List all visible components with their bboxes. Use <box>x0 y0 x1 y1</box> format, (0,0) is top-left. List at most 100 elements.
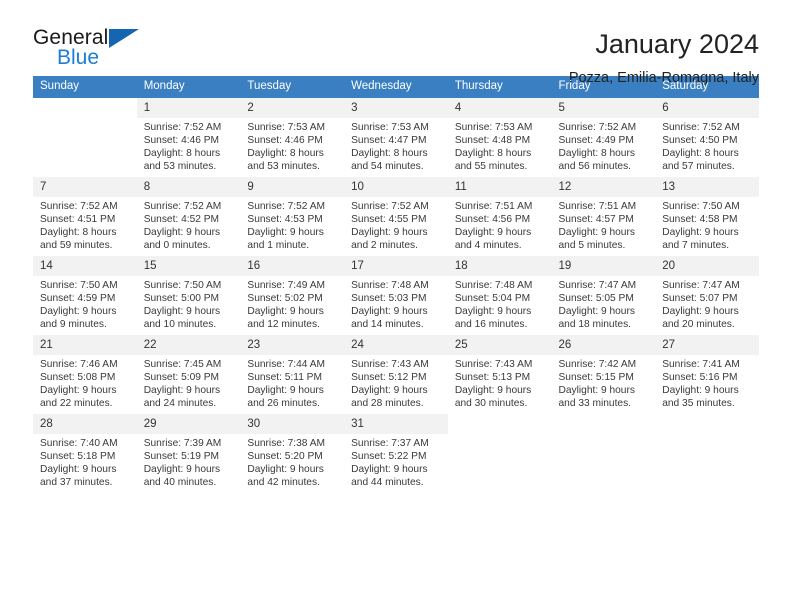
day-box: 9 Sunrise: 7:52 AM Sunset: 4:53 PM Daylig… <box>240 177 345 256</box>
calendar-day-cell[interactable]: 16 Sunrise: 7:49 AM Sunset: 5:02 PM Dayli… <box>240 256 345 335</box>
day-sun-info: Sunrise: 7:52 AM Sunset: 4:55 PM Dayligh… <box>351 201 429 252</box>
day-sun-info: Sunrise: 7:46 AM Sunset: 5:08 PM Dayligh… <box>40 359 118 410</box>
day-number: 29 <box>136 414 241 434</box>
calendar-day-cell[interactable]: 30 Sunrise: 7:38 AM Sunset: 5:20 PM Dayli… <box>240 414 345 493</box>
calendar-week-row: 1 Sunrise: 7:52 AM Sunset: 4:46 PM Daylig… <box>33 98 759 177</box>
calendar-day-cell[interactable]: 7 Sunrise: 7:52 AM Sunset: 4:51 PM Daylig… <box>33 177 137 256</box>
day-box: 6 Sunrise: 7:52 AM Sunset: 4:50 PM Daylig… <box>655 98 759 177</box>
calendar-day-cell[interactable]: 9 Sunrise: 7:52 AM Sunset: 4:53 PM Daylig… <box>240 177 345 256</box>
calendar-day-cell[interactable]: 31 Sunrise: 7:37 AM Sunset: 5:22 PM Dayli… <box>344 414 448 493</box>
day-sun-info <box>655 434 759 437</box>
day-number: 23 <box>240 335 345 355</box>
day-sun-info: Sunrise: 7:52 AM Sunset: 4:50 PM Dayligh… <box>662 122 740 173</box>
calendar-day-cell[interactable]: 10 Sunrise: 7:52 AM Sunset: 4:55 PM Dayli… <box>344 177 448 256</box>
day-number: 21 <box>33 335 137 355</box>
day-number: 31 <box>344 414 448 434</box>
day-sun-info: Sunrise: 7:51 AM Sunset: 4:56 PM Dayligh… <box>454 201 533 252</box>
calendar-day-cell[interactable]: 18 Sunrise: 7:48 AM Sunset: 5:04 PM Dayli… <box>447 256 552 335</box>
logo-triangle-icon <box>109 29 139 48</box>
day-sun-info: Sunrise: 7:37 AM Sunset: 5:22 PM Dayligh… <box>351 438 429 489</box>
calendar-day-cell[interactable]: 8 Sunrise: 7:52 AM Sunset: 4:52 PM Daylig… <box>136 177 241 256</box>
calendar-day-cell[interactable]: 4 Sunrise: 7:53 AM Sunset: 4:48 PM Daylig… <box>447 98 552 177</box>
day-sun-info: Sunrise: 7:52 AM Sunset: 4:49 PM Dayligh… <box>558 122 637 173</box>
calendar-day-cell[interactable]: 21 Sunrise: 7:46 AM Sunset: 5:08 PM Dayli… <box>33 335 137 414</box>
day-sun-info: Sunrise: 7:40 AM Sunset: 5:18 PM Dayligh… <box>40 438 118 489</box>
day-sun-info: Sunrise: 7:48 AM Sunset: 5:04 PM Dayligh… <box>454 280 533 331</box>
day-sun-info <box>448 434 552 437</box>
day-box: 28 Sunrise: 7:40 AM Sunset: 5:18 PM Dayli… <box>33 414 137 493</box>
calendar-day-cell[interactable]: 29 Sunrise: 7:39 AM Sunset: 5:19 PM Dayli… <box>136 414 241 493</box>
day-number: 28 <box>33 414 137 434</box>
calendar-day-cell[interactable]: 2 Sunrise: 7:53 AM Sunset: 4:46 PM Daylig… <box>240 98 345 177</box>
day-number: 16 <box>240 256 345 276</box>
day-sun-info: Sunrise: 7:52 AM Sunset: 4:52 PM Dayligh… <box>143 201 222 252</box>
calendar-week-row: 7 Sunrise: 7:52 AM Sunset: 4:51 PM Daylig… <box>33 177 759 256</box>
day-box: 26 Sunrise: 7:42 AM Sunset: 5:15 PM Dayli… <box>551 335 656 414</box>
day-number <box>655 414 759 434</box>
day-number: 22 <box>136 335 241 355</box>
weekday-header-thursday: Thursday <box>447 76 552 98</box>
day-number: 12 <box>551 177 656 197</box>
calendar-day-cell[interactable]: 3 Sunrise: 7:53 AM Sunset: 4:47 PM Daylig… <box>344 98 448 177</box>
day-number: 26 <box>551 335 656 355</box>
day-sun-info: Sunrise: 7:49 AM Sunset: 5:02 PM Dayligh… <box>247 280 325 331</box>
day-box: 23 Sunrise: 7:44 AM Sunset: 5:11 PM Dayli… <box>240 335 345 414</box>
day-box: 22 Sunrise: 7:45 AM Sunset: 5:09 PM Dayli… <box>136 335 241 414</box>
day-number: 17 <box>344 256 448 276</box>
calendar-day-cell[interactable]: 26 Sunrise: 7:42 AM Sunset: 5:15 PM Dayli… <box>551 335 656 414</box>
calendar-day-cell[interactable]: 15 Sunrise: 7:50 AM Sunset: 5:00 PM Dayli… <box>136 256 241 335</box>
day-box: 11 Sunrise: 7:51 AM Sunset: 4:56 PM Dayli… <box>447 177 552 256</box>
calendar-day-cell[interactable]: 17 Sunrise: 7:48 AM Sunset: 5:03 PM Dayli… <box>344 256 448 335</box>
page-header: General Blue January 2024 Pozza, Emilia-… <box>33 0 759 86</box>
day-box: 1 Sunrise: 7:52 AM Sunset: 4:46 PM Daylig… <box>136 98 241 177</box>
calendar-day-cell[interactable]: 27 Sunrise: 7:41 AM Sunset: 5:16 PM Dayli… <box>655 335 759 414</box>
day-box <box>655 414 759 493</box>
day-sun-info: Sunrise: 7:42 AM Sunset: 5:15 PM Dayligh… <box>558 359 637 410</box>
day-number: 20 <box>655 256 759 276</box>
day-number: 19 <box>551 256 656 276</box>
day-number: 13 <box>655 177 759 197</box>
calendar-day-cell[interactable]: 28 Sunrise: 7:40 AM Sunset: 5:18 PM Dayli… <box>33 414 137 493</box>
day-sun-info: Sunrise: 7:51 AM Sunset: 4:57 PM Dayligh… <box>558 201 637 252</box>
day-number: 5 <box>551 98 656 118</box>
calendar-day-cell[interactable]: 19 Sunrise: 7:47 AM Sunset: 5:05 PM Dayli… <box>551 256 656 335</box>
calendar-day-cell[interactable]: 12 Sunrise: 7:51 AM Sunset: 4:57 PM Dayli… <box>551 177 656 256</box>
day-number: 2 <box>240 98 345 118</box>
day-sun-info <box>33 118 137 121</box>
day-number: 18 <box>447 256 552 276</box>
calendar-day-cell[interactable]: 24 Sunrise: 7:43 AM Sunset: 5:12 PM Dayli… <box>344 335 448 414</box>
day-box: 4 Sunrise: 7:53 AM Sunset: 4:48 PM Daylig… <box>447 98 552 177</box>
weekday-header-wednesday: Wednesday <box>344 76 448 98</box>
calendar-day-cell[interactable]: 6 Sunrise: 7:52 AM Sunset: 4:50 PM Daylig… <box>655 98 759 177</box>
calendar-day-cell[interactable]: 13 Sunrise: 7:50 AM Sunset: 4:58 PM Dayli… <box>655 177 759 256</box>
day-box: 3 Sunrise: 7:53 AM Sunset: 4:47 PM Daylig… <box>344 98 448 177</box>
day-sun-info: Sunrise: 7:43 AM Sunset: 5:13 PM Dayligh… <box>454 359 533 410</box>
logo-text-blue: Blue <box>57 46 100 69</box>
day-number: 15 <box>136 256 241 276</box>
day-number <box>33 98 137 118</box>
day-number <box>552 414 656 434</box>
calendar-day-cell[interactable]: 14 Sunrise: 7:50 AM Sunset: 4:59 PM Dayli… <box>33 256 137 335</box>
day-box: 2 Sunrise: 7:53 AM Sunset: 4:46 PM Daylig… <box>240 98 345 177</box>
day-box: 13 Sunrise: 7:50 AM Sunset: 4:58 PM Dayli… <box>655 177 759 256</box>
day-sun-info: Sunrise: 7:38 AM Sunset: 5:20 PM Dayligh… <box>247 438 325 489</box>
calendar-day-cell[interactable]: 22 Sunrise: 7:45 AM Sunset: 5:09 PM Dayli… <box>136 335 241 414</box>
day-number: 4 <box>447 98 552 118</box>
day-sun-info: Sunrise: 7:53 AM Sunset: 4:47 PM Dayligh… <box>351 122 429 173</box>
day-box: 21 Sunrise: 7:46 AM Sunset: 5:08 PM Dayli… <box>33 335 137 414</box>
day-number: 24 <box>344 335 448 355</box>
generalblue-logo[interactable]: General Blue <box>33 26 143 74</box>
day-box: 17 Sunrise: 7:48 AM Sunset: 5:03 PM Dayli… <box>344 256 448 335</box>
day-number: 14 <box>33 256 137 276</box>
day-number: 6 <box>655 98 759 118</box>
calendar-day-cell[interactable]: 11 Sunrise: 7:51 AM Sunset: 4:56 PM Dayli… <box>447 177 552 256</box>
day-number: 10 <box>344 177 448 197</box>
day-box: 20 Sunrise: 7:47 AM Sunset: 5:07 PM Dayli… <box>655 256 759 335</box>
calendar-day-cell[interactable]: 23 Sunrise: 7:44 AM Sunset: 5:11 PM Dayli… <box>240 335 345 414</box>
day-sun-info: Sunrise: 7:50 AM Sunset: 5:00 PM Dayligh… <box>143 280 222 331</box>
calendar-day-cell[interactable]: 1 Sunrise: 7:52 AM Sunset: 4:46 PM Daylig… <box>136 98 241 177</box>
day-box <box>33 98 137 177</box>
calendar-day-cell[interactable]: 20 Sunrise: 7:47 AM Sunset: 5:07 PM Dayli… <box>655 256 759 335</box>
calendar-day-cell[interactable]: 25 Sunrise: 7:43 AM Sunset: 5:13 PM Dayli… <box>447 335 552 414</box>
calendar-day-cell[interactable]: 5 Sunrise: 7:52 AM Sunset: 4:49 PM Daylig… <box>551 98 656 177</box>
